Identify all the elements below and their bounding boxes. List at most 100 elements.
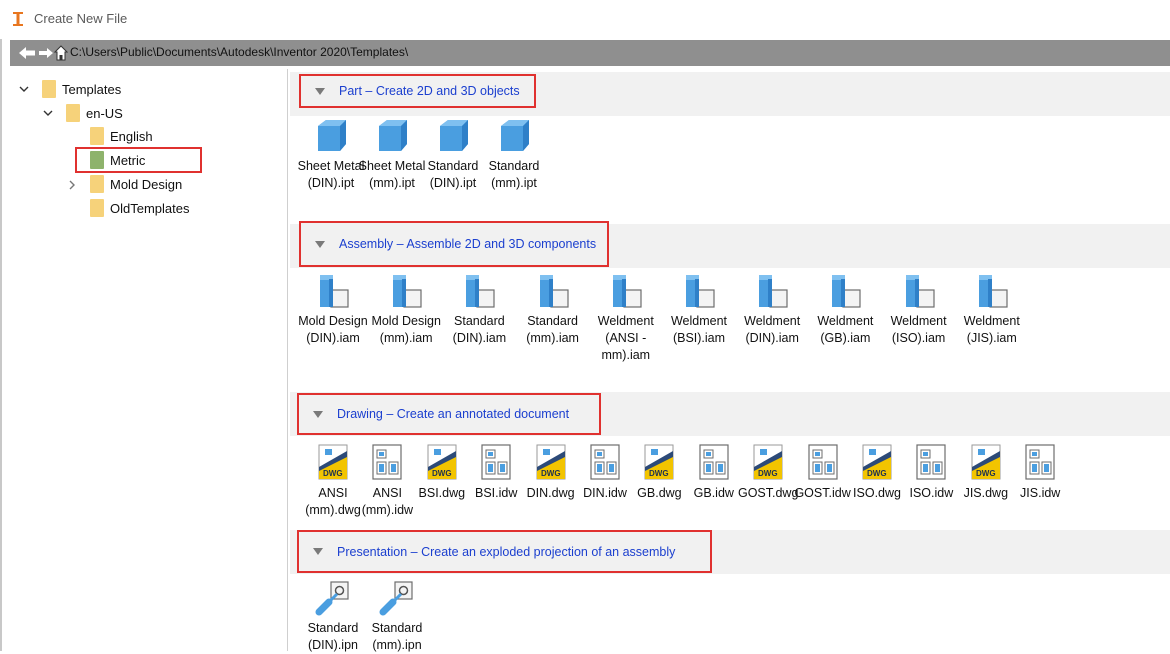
tree-item-templates[interactable]: Templates xyxy=(42,78,121,100)
presentation-file-icon xyxy=(379,581,413,616)
folder-icon xyxy=(90,199,104,217)
back-arrow-icon[interactable] xyxy=(18,45,36,61)
chevron-down-icon[interactable] xyxy=(42,107,54,119)
svg-text:DWG: DWG xyxy=(541,469,561,478)
forward-arrow-icon[interactable] xyxy=(38,45,54,61)
collapse-triangle-icon xyxy=(313,410,323,418)
part-file-icon xyxy=(501,120,529,151)
tree-item-oldtemplates[interactable]: OldTemplates xyxy=(90,197,189,219)
assembly-file-icon xyxy=(320,275,349,308)
template-tile[interactable]: Standard (mm).iam xyxy=(516,273,590,347)
template-tile[interactable]: Standard (DIN).ipn xyxy=(296,580,370,654)
metric-highlight-box xyxy=(75,147,202,173)
dwg-file-icon: DWG xyxy=(971,444,1001,480)
template-label: Weldment (ISO).iam xyxy=(890,314,947,345)
dwg-file-icon: DWG xyxy=(753,444,783,480)
template-tile[interactable]: Weldment (JIS).iam xyxy=(955,273,1029,347)
section-header-part[interactable]: Part – Create 2D and 3D objects xyxy=(299,74,536,108)
presentation-file-icon xyxy=(315,581,349,616)
template-tile[interactable]: Weldment (BSI).iam xyxy=(662,273,736,347)
collapse-triangle-icon xyxy=(313,548,323,555)
template-tile[interactable]: Weldment (ANSI - mm).iam xyxy=(589,273,663,364)
section-title: Part – Create 2D and 3D objects xyxy=(339,84,520,98)
template-label: Standard (mm).iam xyxy=(526,314,579,345)
idw-file-icon xyxy=(1025,444,1055,480)
template-label: Standard (DIN).iam xyxy=(452,314,507,345)
address-bar: C:\Users\Public\Documents\Autodesk\Inven… xyxy=(10,40,1170,66)
template-label: Mold Design (mm).iam xyxy=(371,314,441,345)
template-label: JIS.dwg xyxy=(963,486,1009,500)
tree-item-english[interactable]: English xyxy=(90,125,153,147)
template-tile[interactable]: Standard (DIN).iam xyxy=(442,273,516,347)
assembly-file-icon xyxy=(832,275,861,308)
template-tile[interactable]: Mold Design (mm).iam xyxy=(369,273,443,347)
section-header-assembly[interactable]: Assembly – Assemble 2D and 3D components xyxy=(299,221,609,267)
template-label: Weldment (BSI).iam xyxy=(670,314,728,345)
home-icon[interactable] xyxy=(54,45,68,61)
assembly-file-icon xyxy=(978,275,1008,308)
svg-text:DWG: DWG xyxy=(432,469,452,478)
template-label: JIS.idw xyxy=(1020,486,1061,500)
template-label: BSI.dwg xyxy=(418,486,466,500)
section-title: Presentation – Create an exploded projec… xyxy=(337,544,676,559)
template-tile[interactable]: Mold Design (DIN).iam xyxy=(296,273,370,347)
template-label: Standard (mm).ipn xyxy=(371,621,423,652)
idw-file-icon xyxy=(590,444,620,480)
template-label: GB.dwg xyxy=(637,486,682,500)
template-label: DIN.idw xyxy=(583,486,627,500)
chevron-down-icon[interactable] xyxy=(18,83,30,95)
template-tile[interactable]: Standard (mm).ipt xyxy=(477,118,551,192)
assembly-file-icon xyxy=(466,275,495,308)
assembly-file-icon xyxy=(905,275,935,308)
dwg-file-icon: DWG xyxy=(427,444,457,480)
template-tile[interactable]: JIS.idw xyxy=(1003,443,1077,502)
template-tile[interactable]: Weldment (DIN).iam xyxy=(735,273,809,347)
folder-icon xyxy=(90,127,104,145)
collapse-triangle-icon xyxy=(315,240,325,248)
section-title: Drawing – Create an annotated document xyxy=(337,407,570,421)
template-label: Weldment (JIS).iam xyxy=(963,314,1020,345)
assembly-file-icon xyxy=(759,275,788,308)
section-header-presentation[interactable]: Presentation – Create an exploded projec… xyxy=(297,530,712,573)
folder-tree: Templates en-US English Metric Mold Desi… xyxy=(10,69,288,651)
template-label: Weldment (DIN).iam xyxy=(744,314,801,345)
dwg-file-icon: DWG xyxy=(862,444,892,480)
svg-text:DWG: DWG xyxy=(649,469,669,478)
chevron-right-icon[interactable] xyxy=(66,179,78,191)
window-title: Create New File xyxy=(34,11,128,26)
section-header-drawing[interactable]: Drawing – Create an annotated document xyxy=(297,393,601,435)
collapse-triangle-icon xyxy=(315,87,325,95)
part-file-icon xyxy=(440,120,468,151)
template-label: Mold Design (DIN).iam xyxy=(298,314,368,345)
template-label: Standard (mm).ipt xyxy=(488,159,540,190)
idw-file-icon xyxy=(916,444,946,480)
template-label: Standard (DIN).ipn xyxy=(307,621,359,652)
template-label: BSI.idw xyxy=(474,486,518,500)
template-tile[interactable]: Standard (mm).ipn xyxy=(360,580,434,654)
assembly-file-icon xyxy=(686,275,715,308)
current-path[interactable]: C:\Users\Public\Documents\Autodesk\Inven… xyxy=(70,45,408,59)
template-tile[interactable]: Weldment (GB).iam xyxy=(808,273,882,347)
idw-file-icon xyxy=(807,444,838,480)
idw-file-icon xyxy=(699,444,729,480)
part-file-icon xyxy=(379,120,407,151)
assembly-file-icon xyxy=(393,275,422,308)
tree-item-en-us[interactable]: en-US xyxy=(66,102,123,124)
dwg-file-icon: DWG xyxy=(536,444,566,480)
template-label: ISO.idw xyxy=(909,486,954,500)
svg-text:DWG: DWG xyxy=(867,469,887,478)
assembly-file-icon xyxy=(539,275,569,308)
template-label: Weldment (ANSI - mm).iam xyxy=(597,314,654,362)
tree-item-label: English xyxy=(110,128,153,144)
template-label: Weldment (GB).iam xyxy=(817,314,874,345)
tree-item-label: OldTemplates xyxy=(110,200,190,216)
part-file-icon xyxy=(318,120,346,151)
tree-item-mold-design[interactable]: Mold Design xyxy=(90,173,182,195)
idw-file-icon xyxy=(481,444,511,480)
section-title: Assembly – Assemble 2D and 3D components xyxy=(339,237,597,251)
tree-item-label: Mold Design xyxy=(110,176,183,192)
template-tile[interactable]: Weldment (ISO).iam xyxy=(882,273,956,347)
svg-text:DWG: DWG xyxy=(976,469,996,478)
dwg-file-icon: DWG xyxy=(644,444,674,480)
template-label: GB.idw xyxy=(693,486,734,500)
